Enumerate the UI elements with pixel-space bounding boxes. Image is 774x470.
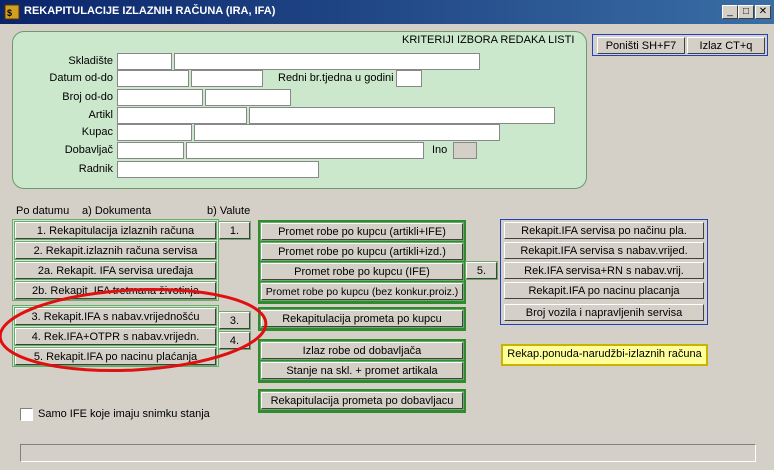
dobavljac-code-field[interactable] — [117, 142, 184, 159]
minimize-button[interactable]: _ — [722, 5, 738, 19]
rekapit-ifa-nabav-vrijednost-button[interactable]: 3. Rekapit.IFA s nabav.vrijednošću — [14, 307, 217, 326]
status-bar — [20, 444, 756, 462]
rek-ifa-servisa-rn-button[interactable]: Rek.IFA servisa+RN s nabav.vrij. — [504, 262, 704, 279]
broj-vozila-servisa-button[interactable]: Broj vozila i napravljenih servisa — [504, 304, 704, 321]
rekapitulacija-izlaznih-racuna-button[interactable]: 1. Rekapitulacija izlaznih računa — [14, 221, 217, 240]
rekap-ponuda-narudzbi-button[interactable]: Rekap.ponuda-narudžbi-izlaznih računa — [501, 344, 708, 366]
broj-label: Broj od-do — [62, 91, 113, 103]
artikl-name-field[interactable] — [249, 107, 555, 124]
rekapit-ifa-nacin-placanja-col3-button[interactable]: Rekapit.IFA po nacinu placanja — [504, 282, 704, 299]
redni-tjedan-label: Redni br.tjedna u godini — [278, 72, 394, 84]
samo-ife-checkbox[interactable] — [20, 408, 33, 421]
maximize-button[interactable]: □ — [738, 5, 754, 19]
reset-button[interactable]: Poništi SH+F7 — [597, 37, 685, 54]
datum-label: Datum od-do — [49, 72, 113, 84]
promet-kupcu-artikli-ife-button[interactable]: Promet robe po kupcu (artikli+IFE) — [260, 222, 464, 241]
close-button[interactable]: ✕ — [755, 5, 771, 19]
promet-kupcu-artikli-izd-button[interactable]: Promet robe po kupcu (artikli+izd.) — [260, 242, 464, 261]
skladiste-code-field[interactable] — [117, 53, 172, 70]
valute-1-button[interactable]: 1. — [218, 221, 251, 240]
rekapit-ifa-servisa-uredaja-button[interactable]: 2a. Rekapit. IFA servisa uređaja — [14, 261, 217, 280]
rekapit-ifa-servisa-nabav-button[interactable]: Rekapit.IFA servisa s nabav.vrijed. — [504, 242, 704, 259]
svg-text:$: $ — [7, 8, 12, 18]
izlaz-robe-dobavljaca-button[interactable]: Izlaz robe od dobavljača — [260, 341, 464, 360]
kupac-label: Kupac — [81, 126, 113, 138]
datum-do-field[interactable] — [191, 70, 263, 87]
dobavljac-label: Dobavljač — [64, 144, 113, 156]
exit-button[interactable]: Izlaz CT+q — [687, 37, 765, 54]
ino-field[interactable] — [453, 142, 477, 159]
dokumenta-label: a) Dokumenta — [82, 205, 152, 217]
skladiste-label: Skladište — [68, 55, 113, 67]
broj-do-field[interactable] — [205, 89, 291, 106]
redni-tjedan-field[interactable] — [396, 70, 422, 87]
rekapit-ifa-nacin-placanja-button[interactable]: 5. Rekapit.IFA po nacinu plaćanja — [14, 347, 217, 366]
rekapit-ifa-tretmana-zivotinja-button[interactable]: 2b. Rekapit. IFA tretmana životinja — [14, 281, 217, 300]
ino-label: Ino — [432, 144, 448, 156]
artikl-code-field[interactable] — [117, 107, 247, 124]
promet-kupcu-bez-konkur-button[interactable]: Promet robe po kupcu (bez konkur.proiz.) — [260, 282, 464, 301]
app-icon: $ — [4, 4, 20, 20]
window-title: REKAPITULACIJE IZLAZNIH RAČUNA (IRA, IFA… — [24, 5, 276, 17]
promet-kupcu-ife-button[interactable]: Promet robe po kupcu (IFE) — [260, 262, 464, 281]
rekapitulacija-prometa-kupcu-button[interactable]: Rekapitulacija prometa po kupcu — [260, 309, 464, 328]
kupac-name-field[interactable] — [194, 124, 500, 141]
criteria-heading: KRITERIJI IZBORA REDAKA LISTI — [402, 34, 575, 46]
rek-ifa-otpr-nabav-button[interactable]: 4. Rek.IFA+OTPR s nabav.vrijedn. — [14, 327, 217, 346]
kupac-code-field[interactable] — [117, 124, 192, 141]
samo-ife-label: Samo IFE koje imaju snimku stanja — [38, 408, 210, 420]
stanje-skl-promet-button[interactable]: Stanje na skl. + promet artikala — [260, 361, 464, 380]
valute-label: b) Valute — [207, 205, 251, 217]
valute-5-button[interactable]: 5. — [465, 261, 498, 280]
artikl-label: Artikl — [88, 109, 113, 121]
po-datumu-label: Po datumu — [16, 205, 70, 217]
valute-3-button[interactable]: 3. — [218, 311, 251, 330]
datum-od-field[interactable] — [117, 70, 189, 87]
radnik-field[interactable] — [117, 161, 319, 178]
rekapit-izlaznih-racuna-servisa-button[interactable]: 2. Rekapit.izlaznih računa servisa — [14, 241, 217, 260]
radnik-label: Radnik — [78, 163, 113, 175]
rekapit-ifa-servisa-nacin-button[interactable]: Rekapit.IFA servisa po načinu pla. — [504, 222, 704, 239]
dobavljac-name-field[interactable] — [186, 142, 424, 159]
rekapitulacija-prometa-dobavljacu-button[interactable]: Rekapitulacija prometa po dobavljacu — [260, 391, 464, 410]
broj-od-field[interactable] — [117, 89, 203, 106]
skladiste-name-field[interactable] — [174, 53, 480, 70]
valute-4-button[interactable]: 4. — [218, 331, 251, 350]
title-bar: $ REKAPITULACIJE IZLAZNIH RAČUNA (IRA, I… — [0, 0, 774, 24]
